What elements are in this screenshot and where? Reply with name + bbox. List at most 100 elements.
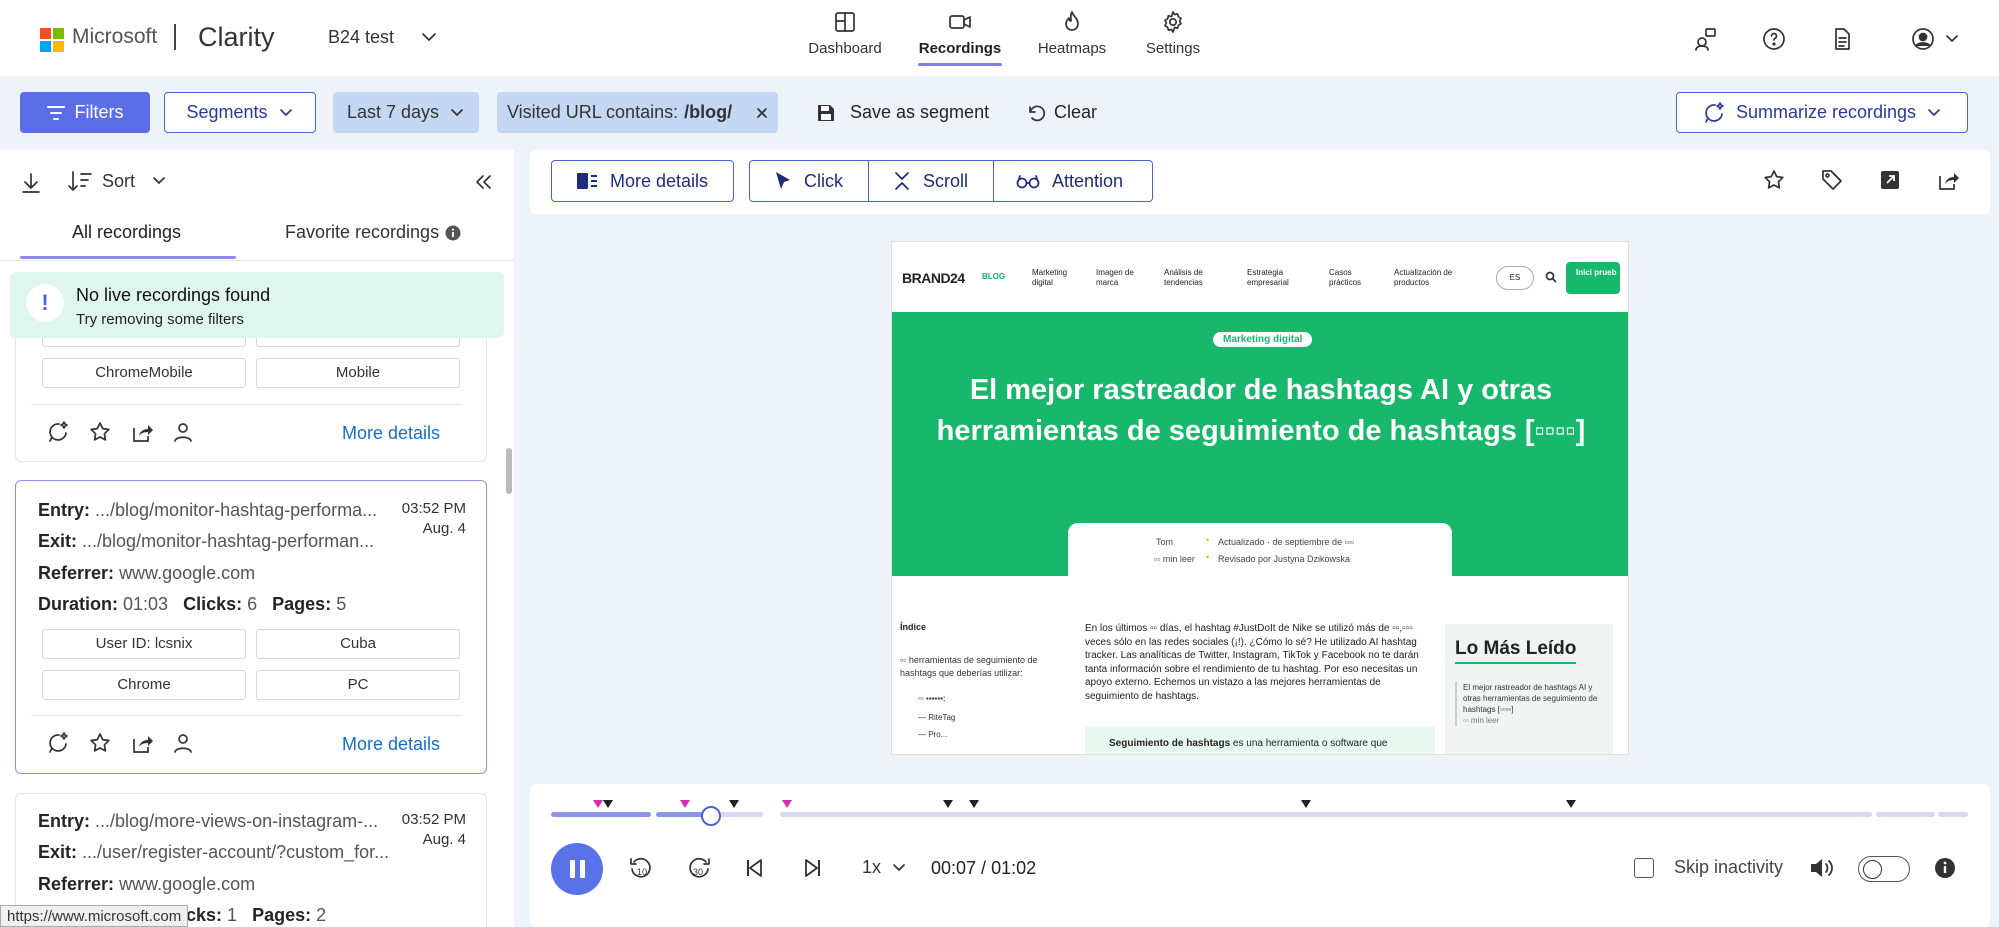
- tab-all-recordings[interactable]: All recordings: [72, 222, 181, 243]
- nav-tab-heatmaps[interactable]: Heatmaps: [1035, 10, 1109, 66]
- chevron-down-icon: [893, 863, 905, 871]
- nav-tab-recordings[interactable]: Recordings: [918, 10, 1002, 66]
- url-filter-chip[interactable]: Visited URL contains: /blog/: [497, 92, 778, 133]
- nav-tab-label: Dashboard: [808, 40, 882, 57]
- timeline-event-marker[interactable]: [603, 800, 613, 808]
- collapse-panel-icon[interactable]: [473, 172, 493, 192]
- pause-button[interactable]: [551, 843, 603, 895]
- user-icon[interactable]: [172, 731, 194, 755]
- preview-sidebar: Lo Más Leído El mejor rastreador de hash…: [1445, 624, 1613, 754]
- save-disk-icon: [818, 104, 834, 121]
- brand-name: Microsoft: [72, 25, 158, 48]
- timeline-event-marker[interactable]: [729, 800, 739, 808]
- star-icon[interactable]: [88, 731, 112, 755]
- save-as-segment-button[interactable]: Save as segment: [816, 92, 996, 133]
- skip-inactivity-checkbox[interactable]: [1634, 858, 1654, 878]
- share-icon[interactable]: [1936, 168, 1960, 192]
- skip-inactivity-label: Skip inactivity: [1674, 857, 1784, 877]
- next-icon[interactable]: [800, 856, 824, 880]
- download-icon[interactable]: [20, 172, 42, 194]
- recording-timestamp: 03:52 PM Aug. 4: [401, 811, 466, 848]
- timeline-click-marker[interactable]: [782, 800, 792, 808]
- more-details-button[interactable]: More details: [551, 160, 734, 202]
- recording-preview[interactable]: BRAND24 BLOG Marketing digital Imagen de…: [891, 241, 1629, 755]
- project-selector[interactable]: B24 test: [328, 27, 394, 48]
- chevron-down-icon[interactable]: [420, 28, 438, 46]
- volume-icon[interactable]: [1808, 856, 1834, 880]
- no-live-recordings-banner: ! No live recordings found Try removing …: [10, 272, 504, 338]
- stats-line: Duration: 01:03 Clicks: 6 Pages: 5: [38, 594, 347, 614]
- scroll-label: Scroll: [923, 170, 969, 191]
- attention-heatmap-button[interactable]: Attention: [993, 160, 1153, 202]
- rewind-10-icon[interactable]: 10: [628, 856, 654, 882]
- dashboard-icon: [835, 12, 855, 32]
- preview-headline: El mejor rastreador de hashtags AI y otr…: [936, 374, 1586, 447]
- previous-icon[interactable]: [743, 856, 767, 880]
- close-icon[interactable]: [756, 107, 768, 119]
- ai-summary-icon[interactable]: [46, 420, 70, 444]
- star-icon[interactable]: [1762, 168, 1786, 192]
- card-divider: [31, 404, 461, 405]
- more-details-link[interactable]: More details: [342, 423, 440, 444]
- share-icon[interactable]: [130, 420, 154, 444]
- timeline-segment[interactable]: [1938, 812, 1968, 817]
- document-icon[interactable]: [1830, 27, 1854, 51]
- timeline-segment[interactable]: [780, 812, 1872, 817]
- preview-site-nav: BRAND24 BLOG Marketing digital Imagen de…: [892, 242, 1628, 312]
- timeline-segment[interactable]: [1876, 812, 1935, 817]
- browser-tag: ChromeMobile: [42, 358, 246, 388]
- filters-button[interactable]: Filters: [20, 92, 150, 133]
- date-range-dropdown[interactable]: Last 7 days: [333, 92, 479, 133]
- tag-icon[interactable]: [1820, 168, 1844, 192]
- timeline-scrubber-handle[interactable]: [701, 806, 722, 826]
- sidebar-scrollbar-thumb[interactable]: [506, 448, 512, 494]
- nav-tab-settings[interactable]: Settings: [1145, 10, 1201, 66]
- nav-tab-label: Settings: [1145, 40, 1201, 57]
- open-external-icon[interactable]: [1878, 168, 1902, 192]
- nav-tab-label: Heatmaps: [1037, 40, 1107, 57]
- search-icon: [1545, 271, 1557, 283]
- share-users-icon[interactable]: [1693, 27, 1717, 51]
- playback-time: 00:07 / 01:02: [931, 858, 1037, 878]
- timeline-click-marker[interactable]: [680, 800, 690, 808]
- share-icon[interactable]: [130, 731, 154, 755]
- tab-favorite-recordings[interactable]: Favorite recordings: [285, 222, 461, 243]
- star-icon[interactable]: [88, 420, 112, 444]
- info-icon[interactable]: [1934, 857, 1956, 879]
- preview-author: Tom: [1156, 537, 1174, 547]
- top-bar: Microsoft Clarity B24 test Dashboard Rec…: [0, 0, 1999, 76]
- playback-speed-dropdown[interactable]: 1x: [862, 857, 907, 878]
- segments-label: Segments: [186, 102, 268, 122]
- alert-icon: !: [26, 284, 64, 322]
- brand-divider: [174, 24, 176, 50]
- scroll-heatmap-button[interactable]: Scroll: [868, 160, 994, 202]
- more-details-link[interactable]: More details: [342, 734, 440, 755]
- account-icon[interactable]: [1911, 27, 1935, 51]
- user-icon[interactable]: [172, 420, 194, 444]
- help-icon[interactable]: [1762, 27, 1786, 51]
- segments-button[interactable]: Segments: [164, 92, 316, 133]
- timeline-event-marker[interactable]: [1301, 800, 1311, 808]
- chevron-down-icon[interactable]: [1944, 31, 1960, 47]
- click-heatmap-button[interactable]: Click: [749, 160, 869, 202]
- sort-dropdown[interactable]: Sort: [68, 170, 167, 192]
- timeline-click-marker[interactable]: [593, 800, 603, 808]
- url-filter-value: /blog/: [684, 102, 733, 122]
- meta-dot: •: [1206, 552, 1210, 562]
- timeline-event-marker[interactable]: [1566, 800, 1576, 808]
- clear-filters-button[interactable]: Clear: [1026, 92, 1106, 133]
- forward-30-icon[interactable]: 30: [686, 856, 712, 882]
- autoplay-toggle[interactable]: [1858, 856, 1910, 882]
- microsoft-logo: [40, 28, 64, 52]
- summarize-recordings-button[interactable]: Summarize recordings: [1676, 92, 1968, 133]
- sort-label: Sort: [102, 170, 136, 191]
- recording-card-selected[interactable]: Entry: .../blog/monitor-hashtag-performa…: [15, 480, 487, 774]
- referrer-line: Referrer: www.google.com: [38, 874, 256, 894]
- nav-tab-dashboard[interactable]: Dashboard: [806, 10, 884, 66]
- ai-summary-icon[interactable]: [46, 731, 70, 755]
- timeline-event-marker[interactable]: [943, 800, 953, 808]
- timeline-event-marker[interactable]: [969, 800, 979, 808]
- timeline-segment[interactable]: [551, 812, 651, 817]
- chevron-down-icon: [1928, 108, 1940, 116]
- svg-text:30: 30: [693, 867, 703, 877]
